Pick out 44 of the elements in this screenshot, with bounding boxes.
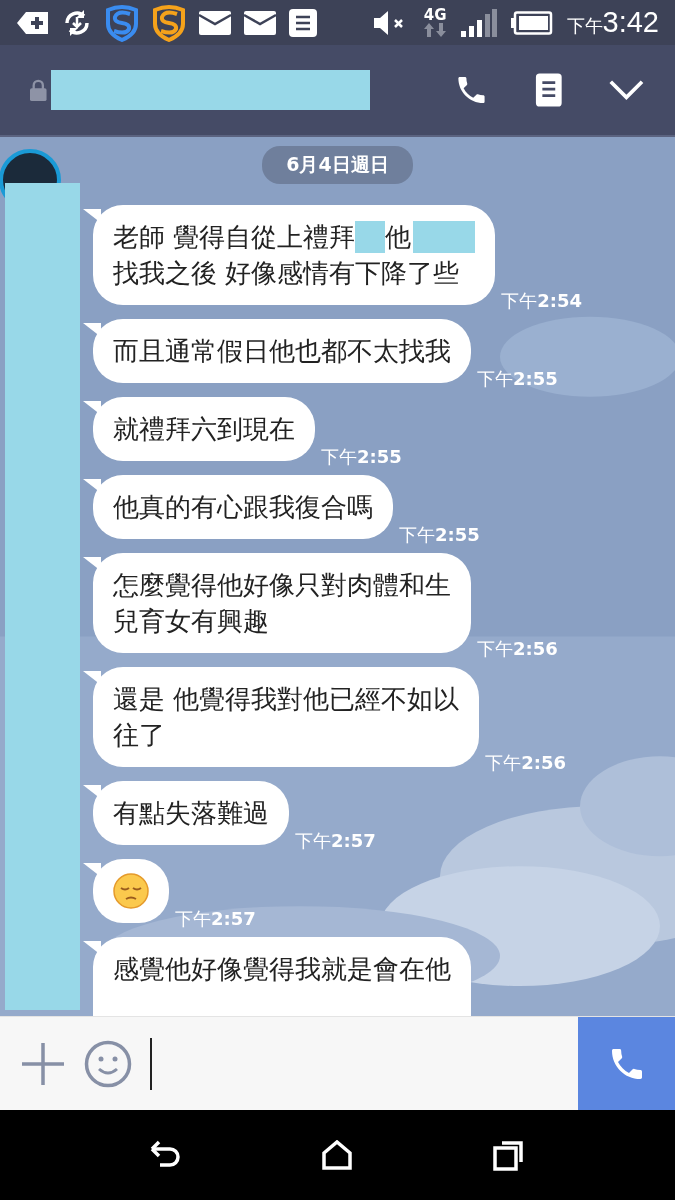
lock-icon (30, 78, 47, 102)
recent-apps-icon[interactable] (492, 1139, 525, 1171)
shield-icon (151, 3, 187, 42)
plus-icon[interactable] (20, 1040, 66, 1087)
message-text: 他真的有心跟我復合嗎 (113, 491, 373, 524)
mail-icon (198, 9, 232, 36)
timestamp: 下午2:55 (477, 367, 558, 391)
timestamp: 下午2:57 (295, 829, 376, 853)
message-text: 就禮拜六到現在 (113, 413, 295, 446)
mail-icon (243, 9, 277, 36)
smiley-icon[interactable] (84, 1039, 132, 1088)
message-text: 怎麼覺得他好像只對肉體和生 (113, 569, 451, 602)
message-text: 感覺他好像覺得我就是會在他 (113, 953, 451, 986)
home-icon[interactable] (322, 1140, 353, 1170)
message-text: 往了 (113, 719, 165, 752)
timestamp: 下午2:56 (485, 751, 567, 775)
shield-icon (104, 3, 140, 42)
clock: 下午3:42 (566, 6, 659, 39)
date-pill: 6月4日週日 (262, 146, 413, 184)
message-text: 還是 他覺得我對他已經不如以 (113, 683, 460, 716)
timestamp: 下午2:55 (399, 523, 480, 547)
redaction-block (413, 221, 476, 253)
tag-plus-icon (16, 9, 50, 36)
battery-icon (510, 10, 553, 35)
timestamp: 下午2:55 (321, 445, 402, 469)
timestamp: 下午2:56 (477, 637, 558, 661)
note-icon[interactable] (534, 71, 563, 109)
signal-icon (460, 8, 497, 37)
message-text: 兒育女有興趣 (113, 605, 269, 638)
network-label: 4G (423, 8, 447, 23)
message-text: 他 (385, 221, 412, 254)
data-arrows-icon (424, 23, 447, 37)
message-text: 找我之後 好像感情有下降了些 (113, 257, 460, 290)
timestamp: 下午2:54 (501, 289, 583, 313)
timestamp: 下午2:57 (175, 907, 256, 931)
back-icon[interactable] (150, 1140, 183, 1170)
call-button[interactable] (578, 1017, 675, 1110)
chevron-down-icon[interactable] (608, 78, 645, 102)
message-text: 老師 覺得自從上禮拜 (113, 221, 356, 254)
redaction-block (355, 221, 386, 253)
message-text: 而且通常假日他也都不太找我 (113, 335, 451, 368)
pensive-face-icon (113, 873, 149, 909)
message-text: 有點失落難過 (113, 797, 269, 830)
note-icon (288, 7, 318, 38)
